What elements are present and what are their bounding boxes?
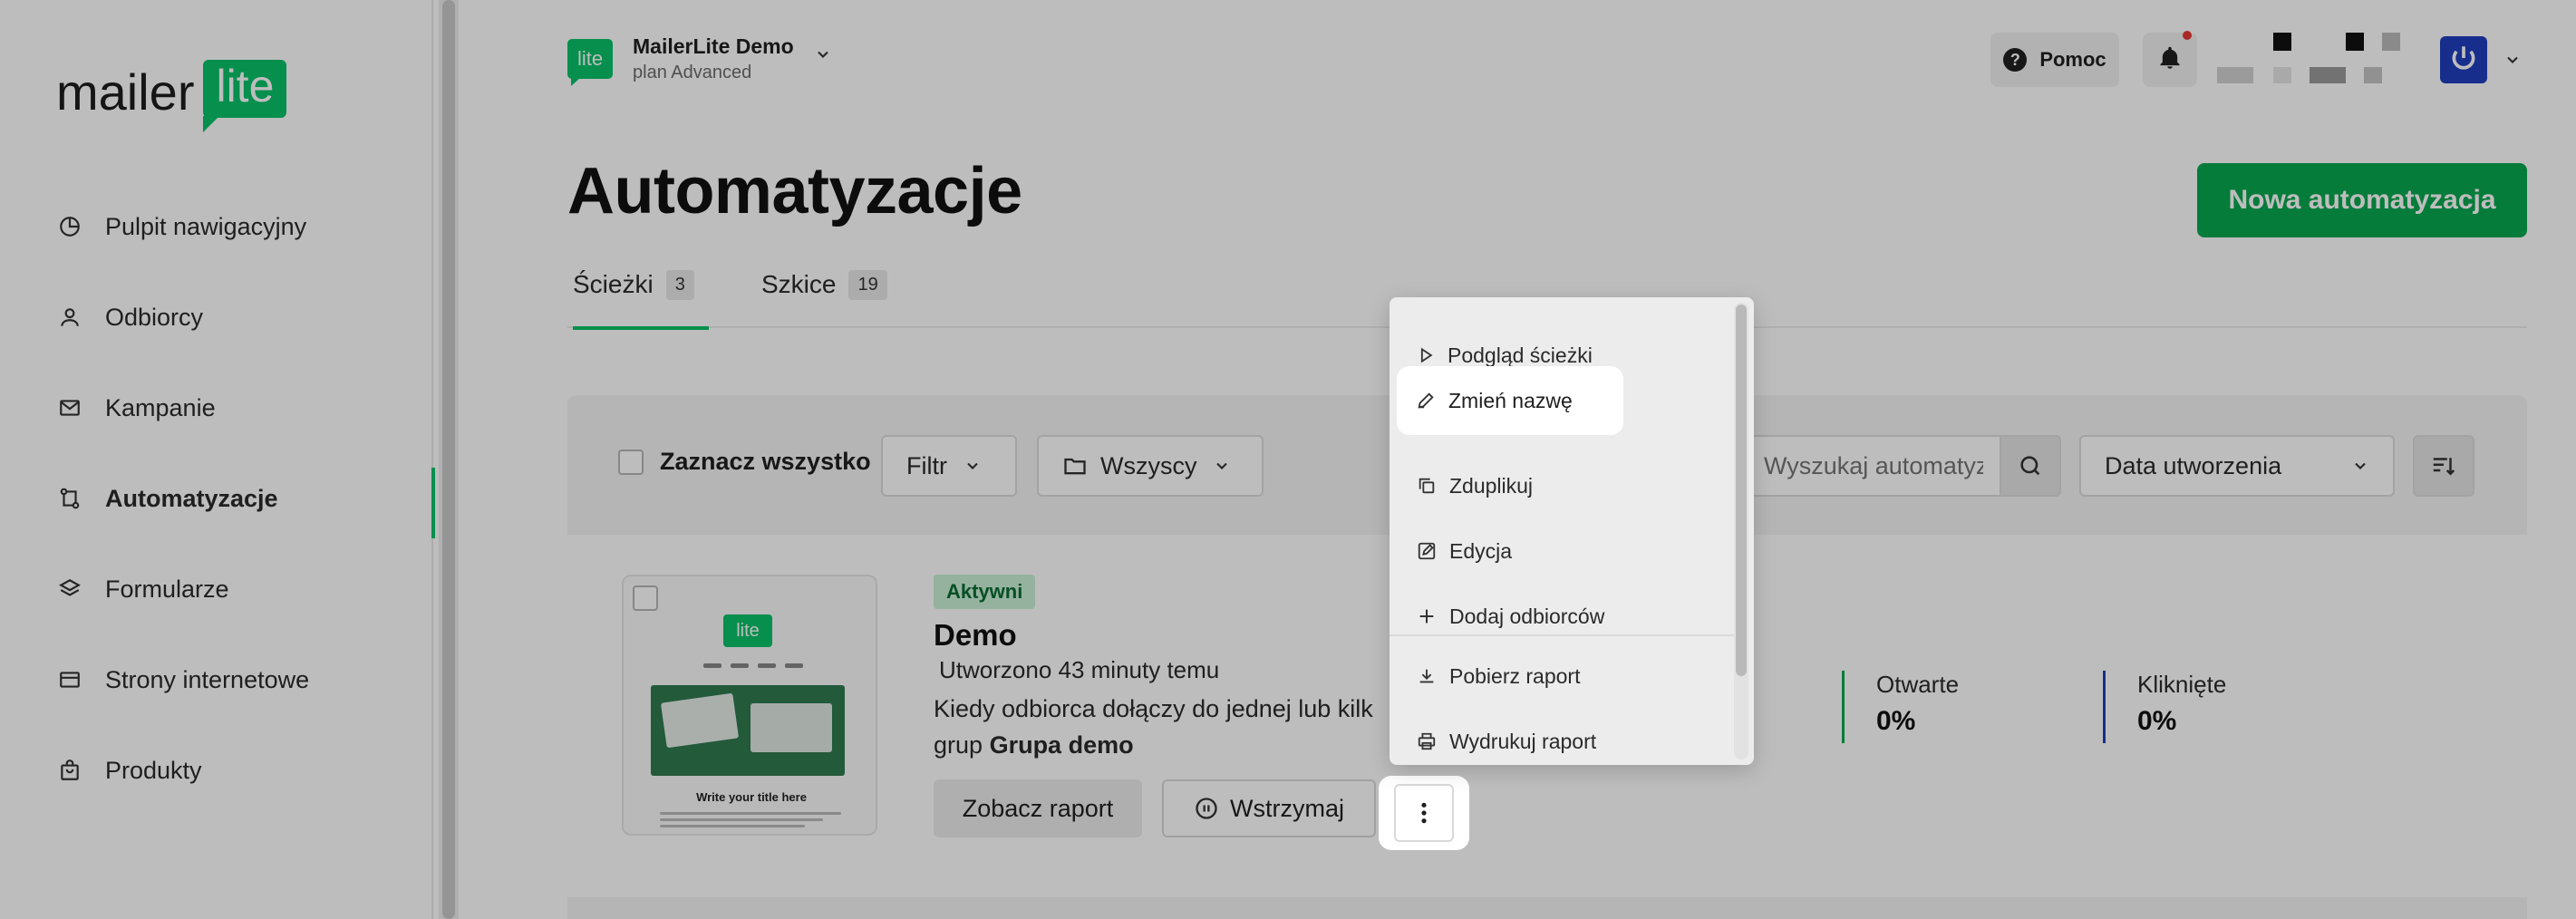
menu-item-print-report[interactable]: Wydrukuj raport — [1417, 721, 1716, 761]
menu-item-label: Dodaj odbiorców — [1449, 604, 1605, 628]
menu-item-download-report[interactable]: Pobierz raport — [1417, 656, 1716, 696]
kebab-icon — [1419, 801, 1428, 825]
pencil-icon — [1416, 391, 1448, 411]
menu-item-duplicate[interactable]: Zduplikuj — [1417, 466, 1716, 506]
play-icon — [1417, 346, 1448, 364]
download-icon — [1417, 666, 1449, 686]
edit-icon — [1417, 541, 1449, 561]
menu-item-label: Zduplikuj — [1449, 473, 1534, 498]
more-actions-highlight — [1379, 776, 1469, 850]
menu-item-rename[interactable]: Zmień nazwę — [1416, 381, 1573, 421]
menu-item-label: Podgląd ścieżki — [1448, 343, 1593, 367]
more-actions-button[interactable] — [1394, 784, 1454, 842]
menu-item-label: Zmień nazwę — [1448, 388, 1573, 412]
menu-item-edit[interactable]: Edycja — [1417, 531, 1716, 571]
duplicate-icon — [1417, 476, 1449, 496]
modal-overlay[interactable] — [0, 0, 2576, 919]
menu-item-label: Pobierz raport — [1449, 663, 1581, 688]
menu-separator — [1390, 634, 1734, 636]
menu-item-add-subscribers[interactable]: Dodaj odbiorców — [1417, 596, 1716, 636]
menu-item-label: Edycja — [1449, 538, 1513, 563]
print-icon — [1417, 731, 1449, 751]
menu-scrollbar-thumb[interactable] — [1736, 305, 1747, 676]
menu-item-label: Wydrukuj raport — [1449, 729, 1597, 753]
plus-icon — [1417, 606, 1449, 626]
menu-scrollbar[interactable] — [1734, 303, 1748, 759]
